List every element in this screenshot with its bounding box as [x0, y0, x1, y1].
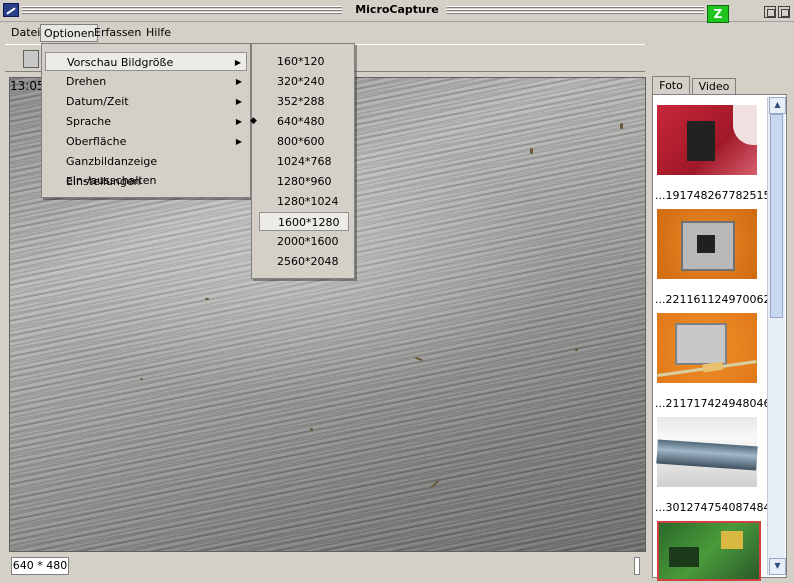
menu-erfassen[interactable]: Erfassen: [91, 24, 144, 42]
selected-check-icon: ◆: [250, 116, 257, 126]
menu-hilfe[interactable]: Hilfe: [143, 24, 174, 42]
resistor-orange-thumbnail[interactable]: [657, 313, 757, 383]
menu-optionen[interactable]: Optionen: [40, 24, 99, 42]
size-option-hovered[interactable]: 1600*1280: [259, 212, 349, 231]
size-option[interactable]: 320*240: [259, 72, 349, 91]
menu-datei[interactable]: Datei: [8, 24, 43, 42]
snapshot-icon[interactable]: [23, 50, 39, 68]
size-option[interactable]: 2000*1600: [259, 232, 349, 251]
tab-foto[interactable]: Foto: [652, 76, 690, 94]
submenu-arrow-icon: ▶: [235, 137, 242, 146]
status-grip: [634, 557, 640, 575]
menu-item-vorschau-bildgroesse[interactable]: Vorschau Bildgröße ▶: [45, 52, 247, 71]
gallery-caption: ...301274754087484: [655, 501, 771, 514]
submenu-arrow-icon: ▶: [235, 77, 242, 86]
metal-rod-thumbnail[interactable]: [656, 417, 758, 487]
menu-item-sprache[interactable]: Sprache ▶: [45, 112, 247, 131]
size-option[interactable]: 160*120: [259, 52, 349, 71]
scroll-down-icon[interactable]: ▼: [769, 558, 786, 575]
submenu-arrow-icon: ▶: [235, 97, 242, 106]
minimize-button[interactable]: [764, 6, 776, 18]
preview-timestamp: 13:05: [10, 79, 45, 93]
menu-bar: Datei Optionen Erfassen Hilfe: [0, 22, 794, 43]
menu-item-drehen[interactable]: Drehen ▶: [45, 72, 247, 91]
status-resolution: 640 * 480: [11, 557, 69, 575]
size-option[interactable]: 2560*2048: [259, 252, 349, 271]
maximize-button[interactable]: [778, 6, 790, 18]
component-orange-thumbnail[interactable]: [657, 209, 757, 279]
size-option[interactable]: 1024*768: [259, 152, 349, 171]
menu-item-ganzbildanzeige[interactable]: Ganzbildanzeige ein-/ausschalten: [45, 152, 247, 187]
gallery-caption: ...191748267782515: [655, 189, 771, 202]
menu-item-oberflaeche[interactable]: Oberfläche ▶: [45, 132, 247, 151]
status-bar: 640 * 480: [9, 553, 646, 577]
size-option[interactable]: 1280*960: [259, 172, 349, 191]
size-option[interactable]: 1280*1024: [259, 192, 349, 211]
photo-gallery: ...191748267782515 ...221161124970062 ..…: [652, 94, 787, 581]
size-option[interactable]: 352*288: [259, 92, 349, 111]
gallery-caption: ...211717424948046: [655, 397, 771, 410]
optionen-menu: Vorschau Bildgröße ▶ Drehen ▶ Datum/Zeit ▶ …: [41, 43, 251, 198]
pcb-green-thumbnail[interactable]: [657, 521, 761, 581]
scroll-up-icon[interactable]: ▲: [769, 97, 786, 114]
gallery-caption: ...221161124970062: [655, 293, 771, 306]
gallery-scrollbar[interactable]: ▲ ▼: [767, 97, 786, 575]
size-option-selected[interactable]: ◆ 640*480: [250, 112, 349, 131]
scrollbar-thumb[interactable]: [770, 114, 783, 318]
preview-size-submenu: 160*120 320*240 352*288 ◆ 640*480 800*600…: [250, 43, 355, 279]
pcb-red-thumbnail[interactable]: [657, 105, 757, 175]
submenu-arrow-icon: ▶: [235, 117, 242, 126]
size-option[interactable]: 800*600: [259, 132, 349, 151]
zone-alarm-icon[interactable]: Z: [707, 5, 729, 23]
menu-item-datum-zeit[interactable]: Datum/Zeit ▶: [45, 92, 247, 111]
tab-video[interactable]: Video: [692, 78, 736, 94]
submenu-arrow-icon: ▶: [234, 58, 241, 67]
menu-item-einstellungen[interactable]: Einstellungen: [45, 172, 247, 191]
window-title: MicroCapture: [0, 3, 794, 16]
